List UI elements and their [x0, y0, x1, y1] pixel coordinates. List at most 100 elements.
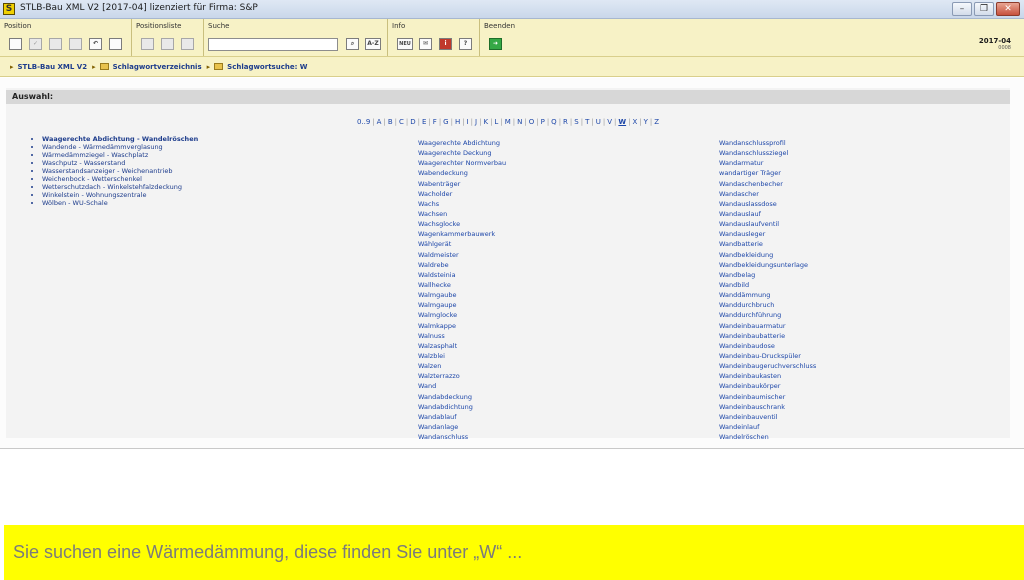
alphabet-letter[interactable]: H [455, 118, 460, 126]
keyword-link[interactable]: Wandascher [719, 189, 816, 199]
keyword-link[interactable]: Wandauslaufventil [719, 219, 816, 229]
keyword-link[interactable]: Wandeinbaubatterie [719, 331, 816, 341]
alphabet-letter[interactable]: X [632, 118, 637, 126]
keyword-link[interactable]: Wandanschlussprofil [719, 138, 816, 148]
breadcrumb-item-root[interactable]: ▸ STLB-Bau XML V2 [10, 63, 87, 71]
keyword-link[interactable]: Walzasphalt [418, 341, 506, 351]
keyword-link[interactable]: Wandabdeckung [418, 392, 506, 402]
keyword-link[interactable]: Wandbekleidung [719, 250, 816, 260]
range-link[interactable]: Wölben - WU-Schale [42, 199, 198, 207]
alphabet-letter[interactable]: C [399, 118, 404, 126]
keyword-link[interactable]: Wachsen [418, 209, 506, 219]
keyword-link[interactable]: Wandeinbaukasten [719, 371, 816, 381]
keyword-link[interactable]: Waagerechte Deckung [418, 148, 506, 158]
alphabet-letter[interactable]: I [467, 118, 469, 126]
keyword-link[interactable]: Wachs [418, 199, 506, 209]
alphabet-letter[interactable]: N [517, 118, 522, 126]
keyword-link[interactable]: Wandarmatur [719, 158, 816, 168]
new-document-icon[interactable] [9, 38, 22, 50]
az-index-button[interactable]: A-Z [365, 38, 381, 50]
keyword-link[interactable]: Waldrebe [418, 260, 506, 270]
range-link[interactable]: Wetterschutzdach - Winkelstehfalzdeckung [42, 183, 198, 191]
keyword-link[interactable]: Wandaschenbecher [719, 179, 816, 189]
undo-icon[interactable]: ↶ [89, 38, 102, 50]
keyword-link[interactable]: Waagerechter Normverbau [418, 158, 506, 168]
breadcrumb-item-schlagwortsuche[interactable]: ▸ Schlagwortsuche: W [207, 63, 308, 71]
keyword-link[interactable]: Wandauslauf [719, 209, 816, 219]
exit-icon[interactable]: ➜ [489, 38, 502, 50]
alphabet-letter[interactable]: P [541, 118, 545, 126]
keyword-link[interactable]: Wabenträger [418, 179, 506, 189]
keyword-link[interactable]: Wandablauf [418, 412, 506, 422]
alphabet-letter[interactable]: E [422, 118, 426, 126]
range-link[interactable]: Winkelstein - Wohnungszentrale [42, 191, 198, 199]
delete-icon[interactable] [69, 38, 82, 50]
copy-icon[interactable] [109, 38, 122, 50]
keyword-link[interactable]: Walmgaube [418, 290, 506, 300]
alphabet-letter[interactable]: T [585, 118, 589, 126]
breadcrumb-item-schlagwortverzeichnis[interactable]: ▸ Schlagwortverzeichnis [92, 63, 202, 71]
search-input[interactable] [208, 38, 338, 51]
keyword-link[interactable]: Waldsteinia [418, 270, 506, 280]
mail-icon[interactable]: ✉ [419, 38, 432, 50]
keyword-link[interactable]: Wandelröschen [719, 432, 816, 442]
alphabet-letter[interactable]: K [483, 118, 488, 126]
alphabet-letter[interactable]: B [388, 118, 393, 126]
keyword-link[interactable]: Waldmeister [418, 250, 506, 260]
alphabet-letter[interactable]: L [494, 118, 498, 126]
alphabet-letter[interactable]: W [618, 118, 626, 126]
keyword-link[interactable]: Waagerechte Abdichtung [418, 138, 506, 148]
keyword-link[interactable]: Wallhecke [418, 280, 506, 290]
keyword-link[interactable]: Wandeinbaugeruchverschluss [719, 361, 816, 371]
keyword-link[interactable]: Walzterrazzo [418, 371, 506, 381]
keyword-link[interactable]: Wandeinbaukörper [719, 381, 816, 391]
keyword-link[interactable]: Wandeinbauventil [719, 412, 816, 422]
keyword-link[interactable]: Wandeinbau-Druckspüler [719, 351, 816, 361]
keyword-link[interactable]: Wandanschlussziegel [719, 148, 816, 158]
keyword-link[interactable]: Wandanlage [418, 422, 506, 432]
keyword-link[interactable]: Wandbild [719, 280, 816, 290]
keyword-link[interactable]: Wanddämmung [719, 290, 816, 300]
alphabet-letter[interactable]: Q [551, 118, 557, 126]
keyword-link[interactable]: Wabendeckung [418, 168, 506, 178]
keyword-link[interactable]: Wandabdichtung [418, 402, 506, 412]
keyword-link[interactable]: Wandeinbauschrank [719, 402, 816, 412]
keyword-link[interactable]: Walnuss [418, 331, 506, 341]
check-icon[interactable]: ✓ [29, 38, 42, 50]
close-icon[interactable]: ✕ [996, 2, 1020, 16]
alphabet-letter[interactable]: Z [654, 118, 659, 126]
keyword-link[interactable]: wandartiger Träger [719, 168, 816, 178]
keyword-link[interactable]: Wählgerät [418, 239, 506, 249]
list-icon[interactable] [49, 38, 62, 50]
keyword-link[interactable]: Walmkappe [418, 321, 506, 331]
alphabet-letter[interactable]: R [563, 118, 568, 126]
minimize-icon[interactable]: – [952, 2, 972, 16]
alphabet-letter[interactable]: D [410, 118, 415, 126]
keyword-link[interactable]: Wanddurchbruch [719, 300, 816, 310]
range-link[interactable]: Wärmedämmziegel - Waschplatz [42, 151, 198, 159]
keyword-link[interactable]: Wagenkammerbauwerk [418, 229, 506, 239]
keyword-link[interactable]: Wandbekleidungsunterlage [719, 260, 816, 270]
alphabet-letter[interactable]: O [529, 118, 535, 126]
help-icon[interactable]: ? [459, 38, 472, 50]
binoculars-icon[interactable]: ⌕ [346, 38, 359, 50]
alphabet-letter[interactable]: V [607, 118, 612, 126]
keyword-link[interactable]: Walzblei [418, 351, 506, 361]
alphabet-letter[interactable]: M [505, 118, 511, 126]
range-link[interactable]: Weichenbock - Wetterschenkel [42, 175, 198, 183]
keyword-link[interactable]: Wandanschluss [418, 432, 506, 442]
keyword-link[interactable]: Wandeinbaumischer [719, 392, 816, 402]
alphabet-letter[interactable]: U [596, 118, 601, 126]
alphabet-letter[interactable]: S [574, 118, 578, 126]
keyword-link[interactable]: Walmgaupe [418, 300, 506, 310]
keyword-link[interactable]: Wandauslassdose [719, 199, 816, 209]
alphabet-letter[interactable]: 0..9 [357, 118, 370, 126]
keyword-link[interactable]: Wacholder [418, 189, 506, 199]
range-link[interactable]: Wasserstandsanzeiger - Weichenantrieb [42, 167, 198, 175]
info-icon[interactable]: i [439, 38, 452, 50]
keyword-link[interactable]: Wandausleger [719, 229, 816, 239]
list-export-icon[interactable] [181, 38, 194, 50]
keyword-link[interactable]: Walzen [418, 361, 506, 371]
range-link[interactable]: Wandende - Wärmedämmverglasung [42, 143, 198, 151]
keyword-link[interactable]: Wandeinbauarmatur [719, 321, 816, 331]
